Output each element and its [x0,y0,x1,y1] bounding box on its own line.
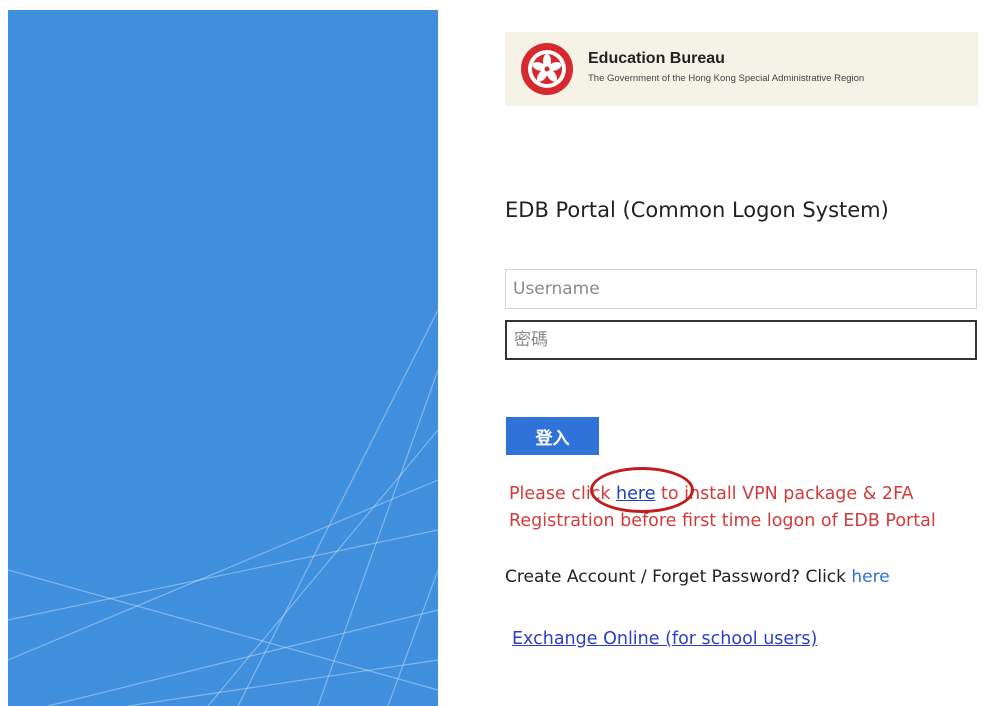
hero-lines-graphic [8,309,438,706]
page-title: EDB Portal (Common Logon System) [505,198,889,222]
hksar-bauhinia-emblem-icon [521,43,573,95]
banner-title: Education Bureau [588,50,725,67]
vpn-notice: Please click here to install VPN package… [509,481,989,535]
vpn-install-link[interactable]: here [616,484,655,504]
create-account-link[interactable]: here [851,567,889,587]
account-help-line: Create Account / Forget Password? Click … [505,567,890,587]
hero-panel [8,10,438,706]
exchange-online-link[interactable]: Exchange Online (for school users) [512,629,817,649]
vpn-notice-text-before: Please click [509,484,617,504]
edb-header-banner: Education Bureau The Government of the H… [505,32,978,106]
account-help-text: Create Account / Forget Password? Click [505,567,852,587]
banner-subtitle: The Government of the Hong Kong Special … [588,73,865,84]
username-input[interactable] [505,269,977,309]
password-input[interactable] [505,320,977,360]
login-page: Education Bureau The Government of the H… [0,0,1000,706]
login-button[interactable]: 登入 [506,417,599,455]
